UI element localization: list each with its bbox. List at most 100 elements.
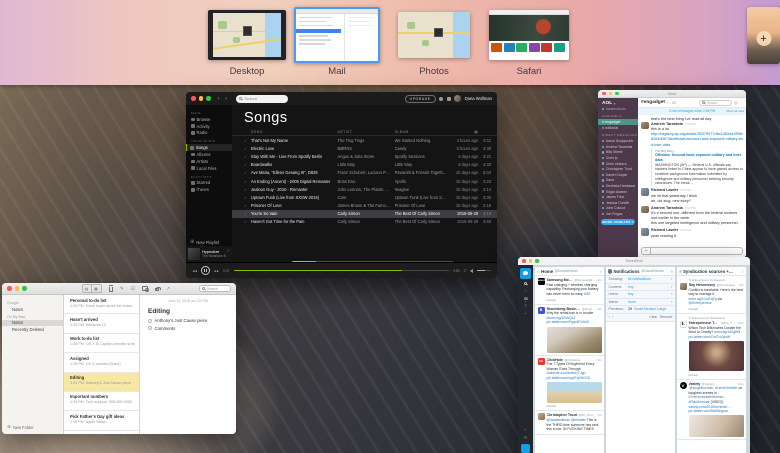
team-menu[interactable]: AOL ▾ (598, 101, 638, 106)
search-icon[interactable] (524, 282, 527, 285)
settings-row[interactable]: Showing: All notifications ▾ (606, 276, 675, 284)
lock-icon[interactable] (155, 288, 159, 291)
song-row[interactable]: ✓ Electric Love BØRNS Candy 5 hours ago … (232, 144, 497, 152)
zoom-button[interactable] (22, 286, 27, 291)
list-view-icon[interactable]: ▤ (83, 285, 92, 292)
mention-link[interactable]: @Entrepreneur (689, 301, 712, 305)
tweet-details-link[interactable]: Details (547, 404, 602, 408)
column-album[interactable]: ALBUM (395, 130, 452, 134)
column-header[interactable]: Notifications @DanaWollman ≡ (606, 267, 675, 276)
volume-slider[interactable] (477, 270, 491, 272)
tweet[interactable]: Christopher Trout@Mr_Trout7m @danawollma… (535, 411, 604, 434)
hashtag-link[interactable]: #S6 (584, 292, 590, 296)
slack-search-input[interactable]: Search (699, 100, 732, 106)
space-label-photos[interactable]: Photos (419, 66, 449, 77)
notes-search-input[interactable]: Search (199, 285, 231, 292)
avatar[interactable] (641, 188, 649, 196)
dm-item[interactable]: Jon Fingas (598, 211, 638, 217)
track-check-icon[interactable]: ✓ (244, 219, 251, 224)
note-list-item[interactable]: Pick Father's Day gift ideas 1:19 PMAppl… (64, 411, 139, 430)
minimize-button[interactable] (199, 96, 204, 101)
sidebar-item[interactable]: Songs (186, 144, 232, 151)
track-check-icon[interactable]: ✓ (244, 170, 251, 175)
inbox-icon[interactable] (447, 97, 451, 101)
now-playing[interactable]: Hypnotize The Notorious B.I.G. ✓ (186, 246, 232, 262)
column-settings-icon[interactable]: ≡ (742, 269, 744, 274)
track-check-icon[interactable]: ✓ (244, 162, 251, 167)
attach-plus-icon[interactable]: + (642, 248, 651, 254)
track-check-icon[interactable]: ✓ (244, 146, 251, 151)
column-settings-icon-active[interactable]: ≡ (671, 269, 673, 274)
more-options-icon[interactable]: ⋯ (740, 101, 743, 105)
space-thumb-photos[interactable] (398, 12, 470, 58)
space-thumb-mail[interactable] (294, 7, 380, 63)
tweet-author[interactable]: Entrepreneur Tech (689, 321, 720, 325)
dms-header[interactable]: DIRECT MESSAGES (598, 133, 638, 137)
checklist-item[interactable]: Comments (148, 326, 236, 331)
list-icon[interactable]: ≡ (524, 304, 527, 309)
new-playlist-button[interactable]: ⊕ New Playlist (186, 239, 232, 245)
tweet-pic-link[interactable]: pic.twitter.com/PqquB7zIUM (547, 320, 589, 324)
checklist-item[interactable]: Anthony's Just Cause piece (148, 318, 236, 323)
tweet-image[interactable] (689, 341, 744, 371)
view-toggle[interactable]: ▤ ▦ (82, 284, 102, 293)
tweet-author[interactable]: Bloomberg Business (547, 307, 581, 311)
note-list-item[interactable]: Assigned 1:26 PMOS X preview (Dana) (64, 353, 139, 372)
tweet-pic-link[interactable]: pic.twitter.com/CwlTnXylsW (689, 335, 731, 339)
settings-row[interactable]: Users: Any ▾ (606, 291, 675, 299)
star-icon[interactable]: ☆ (667, 101, 670, 105)
add-space-tile[interactable]: + (747, 7, 780, 64)
home-icon[interactable]: ⌂ (524, 289, 527, 294)
share-icon[interactable]: ↗ (166, 286, 170, 292)
current-user[interactable]: danawollman (598, 107, 638, 111)
track-check-icon[interactable]: ✓ (244, 138, 251, 143)
avatar[interactable] (454, 95, 461, 102)
gear-icon[interactable]: ⚙ (523, 436, 527, 441)
mark-read-action[interactable]: Mark all read (727, 109, 744, 113)
column-song[interactable]: SONG (251, 130, 338, 134)
message-author[interactable]: Richard Lawler (651, 188, 678, 192)
column-artist[interactable]: ARTIST (337, 130, 394, 134)
setting-value[interactable]: None (628, 300, 636, 304)
space-label-safari[interactable]: Safari (517, 66, 542, 77)
pause-button[interactable] (201, 266, 210, 275)
message-author[interactable]: Richard Lawler (651, 228, 678, 232)
tweet-link[interactable]: bloom.bg/1SvhQc2 (547, 316, 576, 320)
space-thumb-safari[interactable] (489, 10, 569, 60)
song-row[interactable]: ✓ Prisoner Of Love James Brown & The Fam… (232, 202, 497, 210)
avatar[interactable] (641, 206, 649, 214)
song-row[interactable]: ✓ You're So Vain Carly Simon The Best Of… (232, 210, 497, 218)
nav-back-forward-icons[interactable]: ‹ › (218, 96, 230, 102)
note-list-item[interactable]: Editing 1:24 PMAnthony's Just Cause piec… (64, 373, 139, 392)
tweet-author[interactable]: Variety (689, 382, 701, 386)
mention-link[interactable]: .@AngelinaJolie, #LievSchreiber (689, 386, 739, 390)
song-row[interactable]: ✓ Jealous Guy - 2010 - Remaster John Len… (232, 185, 497, 193)
track-check-icon[interactable]: ✓ (244, 211, 251, 216)
sidebar-item[interactable]: iTunes (186, 186, 232, 193)
track-check-icon[interactable]: ✓ (244, 187, 251, 192)
member-count[interactable]: 88 (672, 101, 676, 105)
message-author[interactable]: Andrew Tarantola (651, 206, 683, 210)
minimize-button[interactable] (15, 286, 20, 291)
channels-header[interactable]: CHANNELS (598, 114, 638, 118)
tweet[interactable]: SAMSUNG Samsung Mobile US@SamsungMobileU… (535, 276, 604, 305)
grid-view-icon[interactable]: ▦ (92, 285, 101, 292)
tweet-link[interactable]: entm.ag/1CwEqFg (689, 297, 717, 301)
column-header[interactable]: ≡ Syndication sources +… ≡ (677, 267, 746, 276)
setting-value[interactable]: All notifications (628, 277, 651, 281)
more-unreads-button[interactable]: MORE UNREADS ▾ (601, 219, 635, 226)
spotify-search-input[interactable]: Search (236, 95, 288, 103)
tweet-author[interactable]: ClickHole (547, 358, 563, 362)
space-label-mail[interactable]: Mail (328, 66, 345, 77)
setting-value[interactable]: Any (628, 292, 634, 296)
previews-sizes[interactable]: Small Medium Large (634, 307, 666, 311)
queue-icon[interactable]: ≡ (464, 268, 466, 273)
tweet-image[interactable] (689, 415, 744, 437)
tweet-link[interactable]: clickhole.com/article/7-typ… (547, 371, 589, 375)
new-note-icon[interactable]: ✎ (120, 286, 124, 292)
mention-link[interactable]: @danawollman @bheater (547, 418, 587, 422)
sidebar-item[interactable]: Local Files (186, 165, 232, 172)
song-row[interactable]: ✓ Boardwalks Little May Little May 8 day… (232, 161, 497, 169)
progress-bar[interactable] (234, 270, 450, 272)
tweet-image[interactable] (547, 382, 602, 403)
